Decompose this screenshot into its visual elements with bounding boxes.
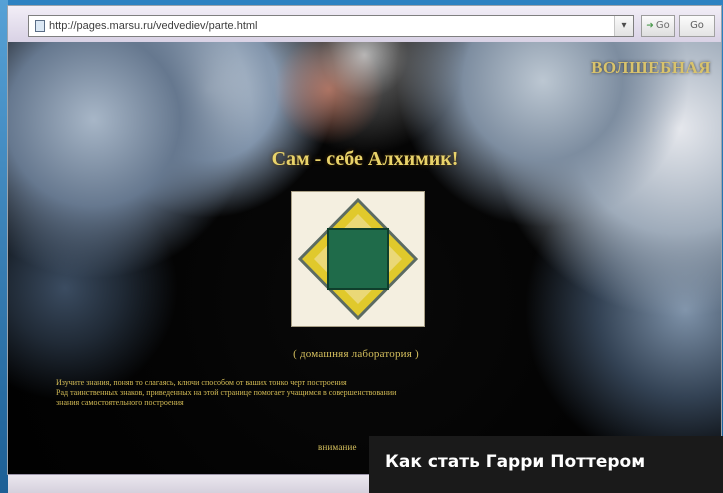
- page-icon: [35, 20, 45, 32]
- page-banner-title: ВОЛШЕБНАЯ: [591, 58, 711, 77]
- screenshot-frame: ▾ ➜Go Go ВОЛШЕБНАЯ Сам - себе Алхимик!: [0, 0, 723, 493]
- caption-box: Как стать Гарри Поттером: [369, 436, 723, 493]
- address-bar[interactable]: ▾: [28, 15, 634, 37]
- web-page-content: ВОЛШЕБНАЯ Сам - себе Алхимик! ( домашняя…: [8, 42, 721, 474]
- body-line: Изучите знания, поняв то слагаясь, ключи…: [56, 378, 347, 387]
- browser-window: ▾ ➜Go Go ВОЛШЕБНАЯ Сам - себе Алхимик!: [8, 6, 721, 474]
- go-button-label: Go: [655, 20, 670, 31]
- go-button[interactable]: ➜ Go: [641, 15, 675, 37]
- address-dropdown-button[interactable]: ▾: [614, 16, 633, 36]
- chevron-down-icon: ▾: [621, 20, 627, 31]
- alchemy-emblem: [292, 192, 424, 326]
- browser-toolbar: ▾ ➜Go Go: [8, 6, 721, 43]
- body-line: знания самостоятельного построения: [56, 398, 184, 407]
- go-arrow-icon: ➜: [646, 21, 654, 31]
- address-input[interactable]: [49, 18, 609, 34]
- page-body-text: Изучите знания, поняв то слагаясь, ключи…: [56, 378, 676, 408]
- search-button-label: Go: [690, 20, 704, 31]
- search-button[interactable]: Go: [679, 15, 715, 37]
- alchemy-emblem-graphic: [292, 192, 424, 326]
- body-line: Рад таинственных знаков, приведенных на …: [56, 388, 397, 397]
- page-subtitle: ( домашняя лаборатория ): [293, 348, 419, 360]
- caption-text: Как стать Гарри Поттером: [385, 452, 646, 472]
- left-accent-strip: [0, 0, 8, 493]
- page-title: Сам - себе Алхимик!: [271, 148, 459, 170]
